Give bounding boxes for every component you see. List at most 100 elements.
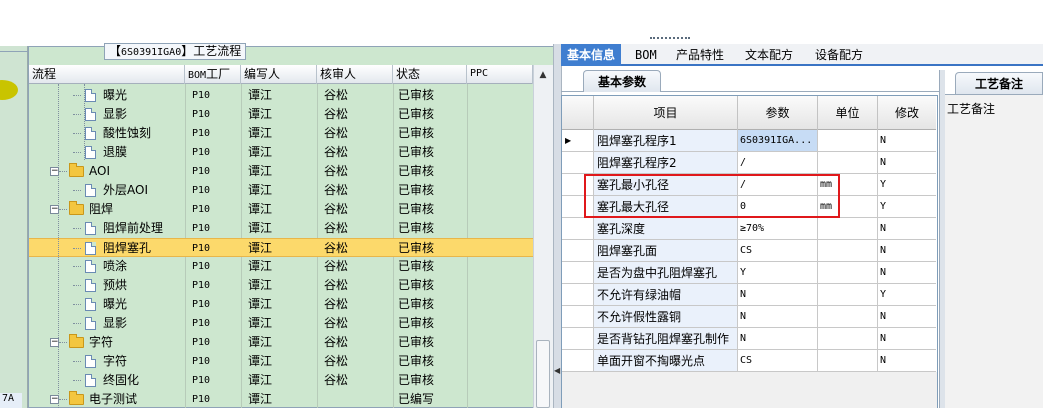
grid-cell-unit[interactable] (818, 284, 878, 305)
grid-cell-unit[interactable] (818, 328, 878, 349)
grid-cell-param[interactable]: N (738, 306, 818, 327)
tree-row-reviewer: 谷松 (324, 221, 349, 235)
grid-cell-param[interactable]: ≥70% (738, 218, 818, 239)
grid-cell-unit[interactable] (818, 306, 878, 327)
tree-connector (73, 380, 81, 381)
tree-row-reviewer: 谷松 (324, 164, 349, 178)
tree-row-writer: 谭江 (248, 221, 273, 235)
tree-row-reviewer: 谷松 (324, 335, 349, 349)
tree-row[interactable]: 外层AOI P10 谭江 谷松 已审核 (29, 181, 533, 200)
grid-row[interactable]: 单面开窗不掏曝光点 CS N (562, 350, 936, 372)
tree-row-reviewer: 谷松 (324, 259, 349, 273)
grid-cell-modify[interactable]: N (878, 262, 936, 283)
grid-cell-param[interactable]: Y (738, 262, 818, 283)
grid-row[interactable]: 塞孔深度 ≥70% N (562, 218, 936, 240)
subtab-basic-params[interactable]: 基本参数 (583, 70, 661, 92)
tab-equipment-recipe[interactable]: 设备配方 (809, 44, 869, 66)
tree-row[interactable]: 喷涂 P10 谭江 谷松 已审核 (29, 257, 533, 276)
tree-row[interactable]: − 字符 P10 谭江 谷松 已审核 (29, 333, 533, 352)
grid-cell-unit[interactable] (818, 262, 878, 283)
column-header-bom-factory[interactable]: BOM工厂 (185, 65, 241, 84)
document-icon (85, 242, 96, 255)
grid-cell-modify[interactable]: N (878, 152, 936, 173)
grid-cell-unit[interactable] (818, 130, 878, 151)
tree-row[interactable]: 阻焊塞孔 P10 谭江 谷松 已审核 (29, 238, 533, 257)
tree-row[interactable]: 显影 P10 谭江 谷松 已审核 (29, 105, 533, 124)
grid-column-unit[interactable]: 单位 (818, 96, 878, 130)
tree-row[interactable]: 终固化 P10 谭江 谷松 已审核 (29, 371, 533, 390)
tree-row[interactable]: − AOI P10 谭江 谷松 已审核 (29, 162, 533, 181)
document-icon (85, 108, 96, 121)
grid-column-param[interactable]: 参数 (738, 96, 818, 130)
grid-cell-param[interactable]: CS (738, 350, 818, 371)
scroll-up-arrow-icon[interactable]: ▲ (535, 67, 551, 83)
collapse-arrow-icon[interactable]: ◀ (554, 366, 560, 375)
grid-cell-modify[interactable]: N (878, 130, 936, 151)
grid-row[interactable]: ▶ 阻焊塞孔程序1 6S0391IGA... N (562, 130, 936, 152)
grid-row[interactable]: 不允许有绿油帽 N Y (562, 284, 936, 306)
tree-row[interactable]: 退膜 P10 谭江 谷松 已审核 (29, 143, 533, 162)
column-header-process[interactable]: 流程 (29, 65, 185, 84)
grid-cell-param[interactable]: N (738, 328, 818, 349)
tree-row-reviewer: 谷松 (324, 88, 349, 102)
scroll-thumb[interactable] (536, 340, 550, 408)
column-header-status[interactable]: 状态 (393, 65, 467, 84)
tree-row[interactable]: 字符 P10 谭江 谷松 已审核 (29, 352, 533, 371)
tree-row-reviewer: 谷松 (324, 145, 349, 159)
tree-row[interactable]: − 电子测试 P10 谭江 已编写 (29, 390, 533, 409)
tree-connector (73, 95, 81, 96)
grid-row[interactable]: 阻焊塞孔程序2/ N (562, 152, 936, 174)
column-header-ppc[interactable]: PPC (467, 65, 533, 84)
tab-process-remarks[interactable]: 工艺备注 (955, 72, 1043, 94)
grid-cell-param[interactable]: / (738, 152, 818, 173)
grid-cell-unit[interactable] (818, 152, 878, 173)
grip-handle[interactable] (650, 37, 690, 41)
tab-basic-info[interactable]: 基本信息 (561, 44, 622, 66)
tree-row-name: AOI (89, 164, 110, 178)
grid-row[interactable]: 阻焊塞孔面 CS N (562, 240, 936, 262)
tree-row-status: 已审核 (398, 335, 435, 349)
tree-row-name: 电子测试 (89, 392, 138, 406)
tab-text-recipe[interactable]: 文本配方 (739, 44, 799, 66)
process-tree-caption: 【6S0391IGA0】工艺流程 (104, 43, 247, 60)
tab-bom[interactable]: BOM (629, 44, 663, 66)
document-icon (85, 355, 96, 368)
tree-row[interactable]: 曝光 P10 谭江 谷松 已审核 (29, 86, 533, 105)
tree-row-name: 阻焊前处理 (103, 221, 164, 235)
tree-row[interactable]: 酸性蚀刻 P10 谭江 谷松 已审核 (29, 124, 533, 143)
grid-row[interactable]: 是否背钻孔阻焊塞孔制作 N N (562, 328, 936, 350)
grid-column-modify[interactable]: 修改 (878, 96, 936, 130)
tree-row[interactable]: − 阻焊 P10 谭江 谷松 已审核 (29, 200, 533, 219)
tree-row[interactable]: 显影 P10 谭江 谷松 已审核 (29, 314, 533, 333)
grid-cell-modify[interactable]: N (878, 350, 936, 371)
tree-row[interactable]: 阻焊前处理 P10 谭江 谷松 已审核 (29, 219, 533, 238)
grid-cell-param[interactable]: 6S0391IGA... (738, 130, 818, 151)
grid-cell-modify[interactable]: Y (878, 284, 936, 305)
tree-row[interactable]: 曝光 P10 谭江 谷松 已审核 (29, 295, 533, 314)
tree-row-factory: P10 (192, 185, 211, 196)
tab-product-features[interactable]: 产品特性 (670, 44, 730, 66)
grid-cell-modify[interactable]: N (878, 306, 936, 327)
tree-row[interactable]: 预烘 P10 谭江 谷松 已审核 (29, 276, 533, 295)
column-header-reviewer[interactable]: 核审人 (317, 65, 393, 84)
grid-cell-unit[interactable] (818, 350, 878, 371)
row-indicator (562, 218, 594, 239)
grid-column-item[interactable]: 项目 (594, 96, 738, 130)
grid-cell-modify[interactable]: N (878, 218, 936, 239)
grid-cell-modify[interactable]: Y (878, 174, 936, 195)
tree-row-status: 已审核 (398, 354, 435, 368)
grid-cell-param[interactable]: CS (738, 240, 818, 261)
folder-icon (69, 391, 84, 405)
grid-cell-modify[interactable]: Y (878, 196, 936, 217)
grid-cell-modify[interactable]: N (878, 240, 936, 261)
tab-bar: 基本信息 BOM 产品特性 文本配方 设备配方 (561, 44, 1043, 66)
grid-cell-modify[interactable]: N (878, 328, 936, 349)
grid-row[interactable]: 是否为盘中孔阻焊塞孔 Y N (562, 262, 936, 284)
grid-row[interactable]: 不允许假性露铜 N N (562, 306, 936, 328)
grid-cell-param[interactable]: N (738, 284, 818, 305)
grid-cell-unit[interactable] (818, 218, 878, 239)
tree-row-name: 终固化 (103, 373, 140, 387)
tree-row-factory: P10 (192, 204, 211, 215)
column-header-writer[interactable]: 编写人 (241, 65, 317, 84)
grid-cell-unit[interactable] (818, 240, 878, 261)
